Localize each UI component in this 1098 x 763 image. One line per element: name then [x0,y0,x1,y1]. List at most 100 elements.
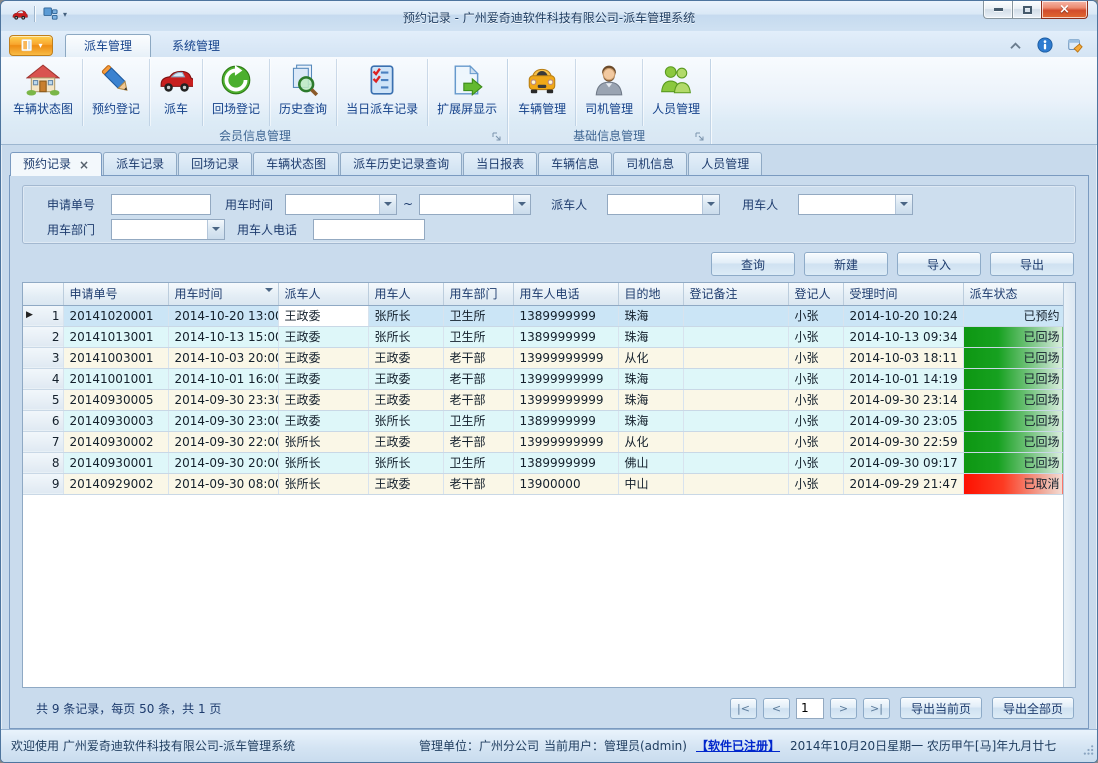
grid-cell[interactable]: 20141001001 [63,368,168,389]
grid-cell[interactable] [683,452,788,473]
grid-cell[interactable]: 从化 [618,347,683,368]
column-header-8[interactable]: 登记备注 [683,283,788,305]
grid-cell[interactable]: 13999999999 [513,368,618,389]
info-icon[interactable] [1037,37,1053,53]
about-icon[interactable] [1067,37,1083,53]
grid-cell[interactable]: 佛山 [618,452,683,473]
grid-cell[interactable]: 2014-10-13 09:34 [843,326,963,347]
department-combo[interactable] [111,219,225,240]
column-header-7[interactable]: 目的地 [618,283,683,305]
grid-cell[interactable]: 2014-09-30 22:00 [168,431,278,452]
grid-cell[interactable]: 20141013001 [63,326,168,347]
grid-cell[interactable]: 张所长 [368,326,443,347]
grid-cell[interactable]: 小张 [788,347,843,368]
app-car-icon[interactable] [10,6,28,22]
grid-cell[interactable]: 2014-10-01 14:19 [843,368,963,389]
grid-cell[interactable]: 从化 [618,431,683,452]
export-button[interactable]: 导出 [990,252,1074,276]
column-header-5[interactable]: 用车部门 [443,283,513,305]
row-indicator[interactable]: 7 [23,431,63,452]
grid-cell[interactable]: 老干部 [443,347,513,368]
row-indicator[interactable]: 5 [23,389,63,410]
column-header-3[interactable]: 派车人 [278,283,368,305]
row-indicator[interactable]: 8 [23,452,63,473]
doc-tab-9[interactable]: 人员管理 [688,152,762,175]
vertical-scrollbar[interactable] [1063,283,1075,687]
request-no-input[interactable] [111,194,211,215]
first-page-button[interactable]: |< [730,698,757,719]
grid-cell[interactable]: 珠海 [618,326,683,347]
doc-tab-5[interactable]: 派车历史记录查询 [340,152,462,175]
grid-cell[interactable]: 张所长 [368,410,443,431]
pencil-button[interactable]: 预约登记 [83,59,150,126]
use-time-to-combo[interactable] [419,194,531,215]
grid-cell[interactable]: 2014-09-30 09:17 [843,452,963,473]
grid-cell[interactable] [683,473,788,494]
collapse-ribbon-icon[interactable] [1007,37,1023,53]
maximize-button[interactable] [1012,1,1041,19]
doc-tab-6[interactable]: 当日报表 [463,152,537,175]
row-indicator[interactable]: 2 [23,326,63,347]
grid-cell[interactable]: 2014-10-01 16:00 [168,368,278,389]
combo-arrow-icon[interactable] [379,195,396,214]
minimize-button[interactable] [983,1,1012,19]
screen-export-button[interactable]: 扩展屏显示 [428,59,506,126]
status-cell[interactable]: 已回场 [963,431,1063,452]
house-button[interactable]: 车辆状态图 [4,59,83,126]
query-button[interactable]: 查询 [711,252,795,276]
use-time-from-combo[interactable] [285,194,397,215]
column-header-9[interactable]: 登记人 [788,283,843,305]
grid-cell[interactable]: 珠海 [618,410,683,431]
grid-cell[interactable]: 卫生所 [443,326,513,347]
grid-cell[interactable]: 2014-09-30 08:00 [168,473,278,494]
grid-cell[interactable]: 20140930002 [63,431,168,452]
dialog-launcher-icon[interactable] [695,131,705,141]
request-no-input-field[interactable] [112,195,210,214]
doc-tab-4[interactable]: 车辆状态图 [253,152,339,175]
grid-cell[interactable] [683,305,788,326]
grid-cell[interactable]: 王政委 [278,305,368,326]
grid-cell[interactable]: 2014-10-20 10:24 [843,305,963,326]
row-indicator[interactable]: 6 [23,410,63,431]
page-number-input[interactable] [796,698,824,719]
grid-cell[interactable] [683,431,788,452]
doc-tab-2[interactable]: 派车记录 [103,152,177,175]
grid-cell[interactable] [683,326,788,347]
grid-cell[interactable]: 小张 [788,368,843,389]
grid-cell[interactable]: 1389999999 [513,326,618,347]
grid-cell[interactable]: 13999999999 [513,389,618,410]
column-header-4[interactable]: 用车人 [368,283,443,305]
app-menu-button[interactable]: ▾ [9,35,53,56]
grid-cell[interactable]: 13999999999 [513,347,618,368]
prev-page-button[interactable]: < [763,698,790,719]
import-button[interactable]: 导入 [897,252,981,276]
grid-cell[interactable]: 小张 [788,431,843,452]
column-header-1[interactable]: 申请单号 [63,283,168,305]
grid-cell[interactable]: 张所长 [278,452,368,473]
grid-cell[interactable]: 卫生所 [443,410,513,431]
grid-cell[interactable]: 张所长 [278,431,368,452]
doc-tab-3[interactable]: 回场记录 [178,152,252,175]
grid-cell[interactable]: 2014-09-30 23:14 [843,389,963,410]
grid-cell[interactable]: 20140930003 [63,410,168,431]
status-cell[interactable]: 已回场 [963,389,1063,410]
row-indicator[interactable]: 9 [23,473,63,494]
grid-cell[interactable]: 小张 [788,452,843,473]
combo-arrow-icon[interactable] [895,195,912,214]
grid-cell[interactable]: 王政委 [368,431,443,452]
grid-cell[interactable]: 小张 [788,473,843,494]
resize-grip[interactable] [1083,744,1094,758]
ribbon-tab-1[interactable]: 派车管理 [65,34,151,57]
grid-cell[interactable]: 2014-09-30 23:30 [168,389,278,410]
grid-cell[interactable]: 小张 [788,326,843,347]
status-cell[interactable]: 已回场 [963,326,1063,347]
grid-cell[interactable]: 王政委 [278,368,368,389]
status-cell[interactable]: 已取消 [963,473,1063,494]
next-page-button[interactable]: > [830,698,857,719]
export-all-pages-button[interactable]: 导出全部页 [992,697,1074,719]
combo-arrow-icon[interactable] [207,220,224,239]
grid-cell[interactable]: 王政委 [278,410,368,431]
grid-cell[interactable]: 珠海 [618,389,683,410]
grid-cell[interactable]: 13900000 [513,473,618,494]
close-button[interactable]: × [1041,1,1088,19]
